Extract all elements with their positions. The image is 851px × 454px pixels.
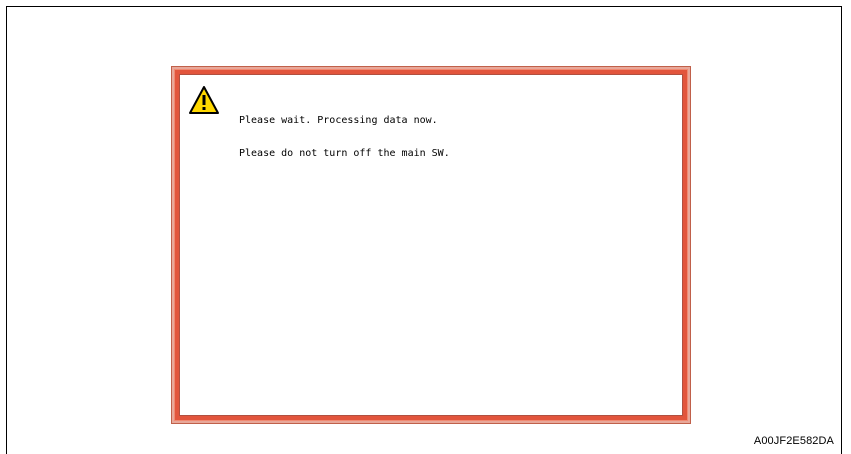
- status-message: Please wait. Processing data now. Please…: [239, 93, 450, 181]
- warning-icon: [189, 86, 219, 114]
- message-line-2: Please do not turn off the main SW.: [239, 148, 450, 159]
- figure-code-label: A00JF2E582DA: [753, 435, 834, 447]
- panel-bezel: Please wait. Processing data now. Please…: [174, 69, 688, 421]
- message-dialog: Please wait. Processing data now. Please…: [179, 74, 683, 416]
- message-line-1: Please wait. Processing data now.: [239, 115, 438, 126]
- control-panel-screen: Please wait. Processing data now. Please…: [171, 66, 691, 424]
